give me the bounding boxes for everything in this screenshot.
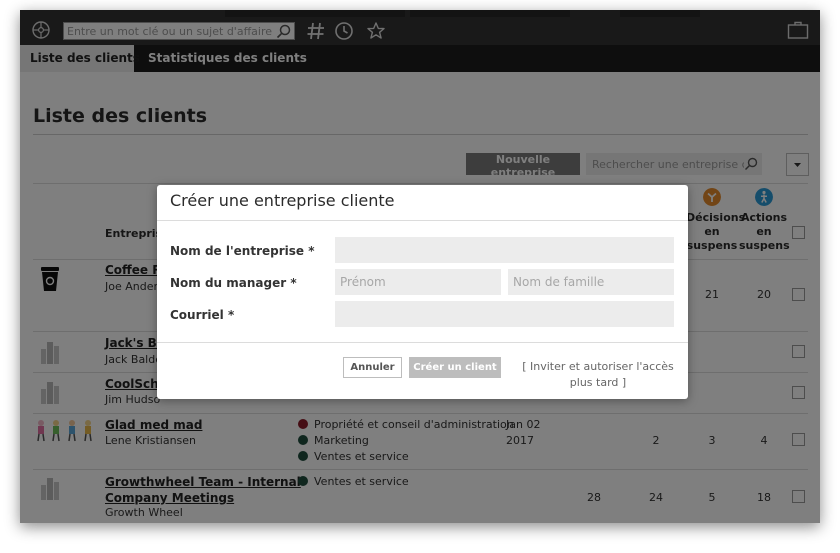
dialog-title: Créer une entreprise cliente [170,191,395,210]
company-name-label: Nom de l'entreprise * [170,244,315,258]
manager-first-name-field[interactable] [335,269,501,295]
create-client-button[interactable]: Créer un client [409,357,501,378]
email-label: Courriel * [170,308,235,322]
email-field[interactable] [335,301,674,327]
invite-later-link[interactable]: [ Inviter et autoriser l'accès plus tard… [513,359,683,391]
divider [157,342,688,343]
manager-name-label: Nom du manager * [170,276,297,290]
company-name-field[interactable] [335,237,674,263]
cancel-button[interactable]: Annuler [343,357,402,378]
create-client-dialog: Créer une entreprise cliente Nom de l'en… [157,185,688,399]
app-window: Liste des clients Statistiques des clien… [20,10,820,523]
manager-last-name-field[interactable] [508,269,674,295]
divider [157,220,688,221]
